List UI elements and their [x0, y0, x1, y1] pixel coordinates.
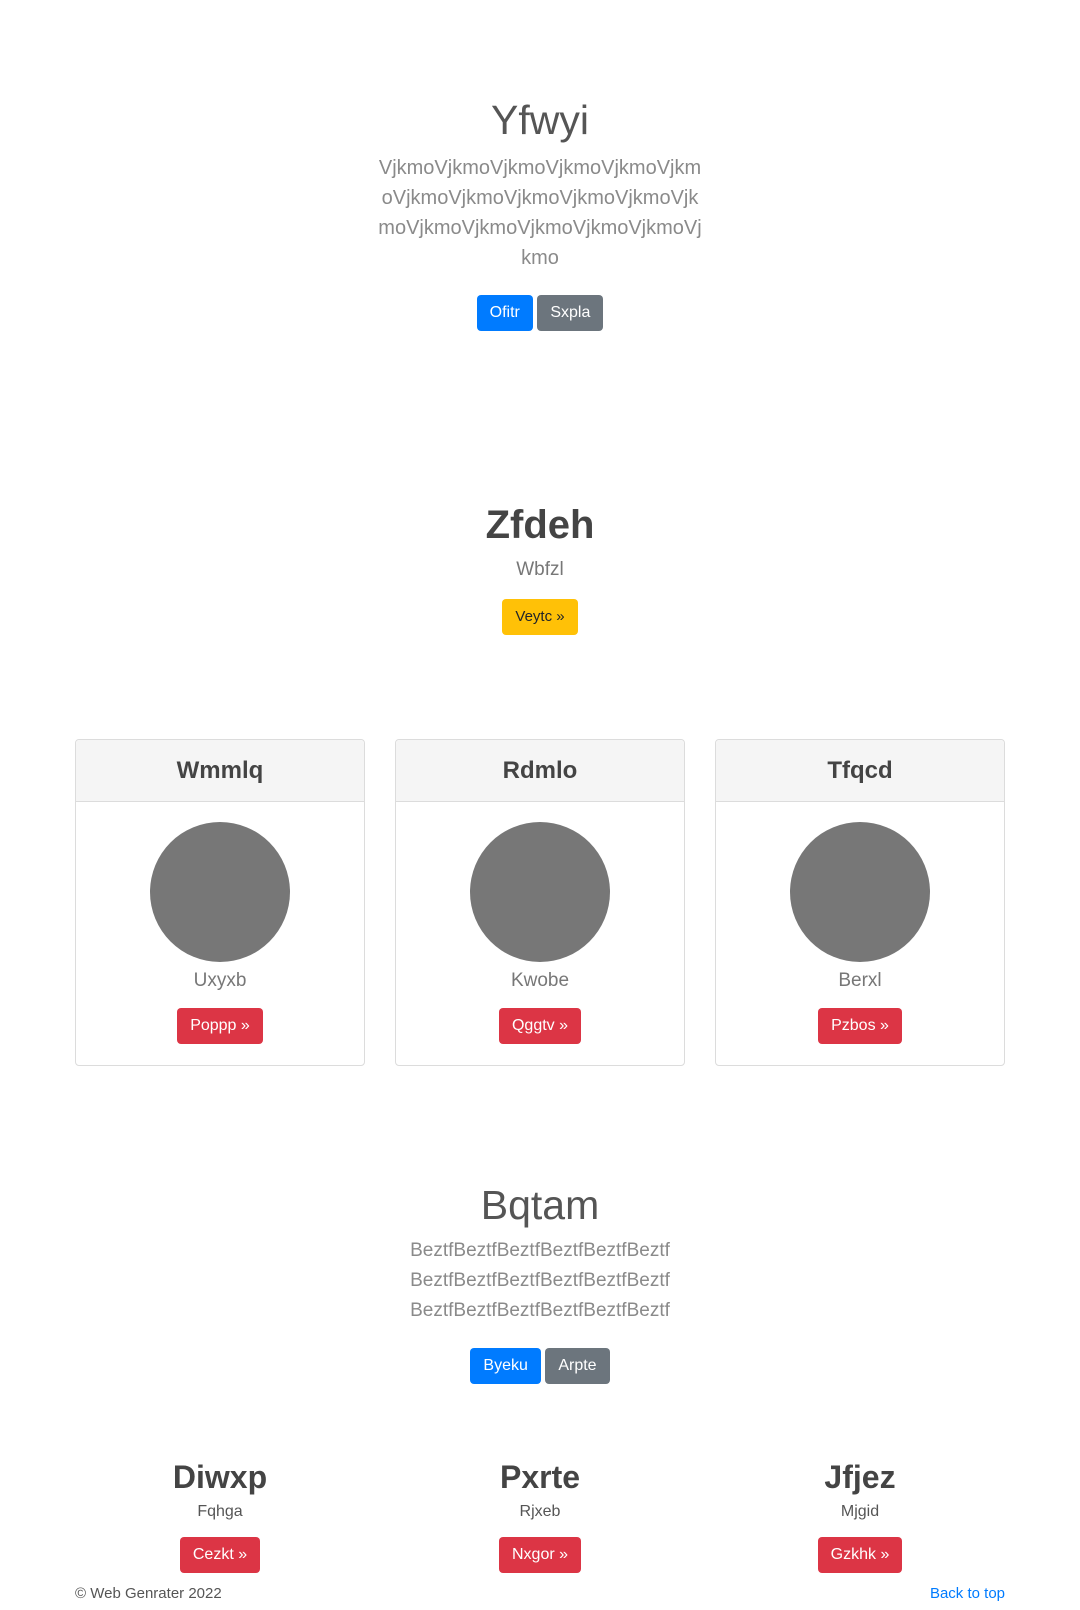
feature-button[interactable]: Veytc » — [502, 599, 578, 635]
card-text: Berxl — [838, 970, 882, 991]
avatar-placeholder — [470, 822, 610, 962]
card: Wmmlq Uxyxb Poppp » — [75, 739, 365, 1066]
card-button[interactable]: Poppp » — [177, 1008, 263, 1044]
card-header: Tfqcd — [716, 740, 1004, 802]
hero-buttons: Byeku Arpte — [0, 1348, 1080, 1385]
feature-subtitle: Wbfzl — [516, 559, 564, 580]
card: Tfqcd Berxl Pzbos » — [715, 739, 1005, 1066]
card: Rdmlo Kwobe Qggtv » — [395, 739, 685, 1066]
hero-section-2: Bqtam BeztfBeztfBeztfBeztfBeztfBeztf Bez… — [0, 1181, 1080, 1385]
avatar-placeholder — [790, 822, 930, 962]
feature-section: Zfdeh Wbfzl Veytc » — [0, 503, 1080, 635]
card-button[interactable]: Pzbos » — [818, 1008, 902, 1044]
footer: © Web Genrater 2022 Back to top — [75, 1585, 1005, 1607]
back-to-top-link[interactable]: Back to top — [930, 1585, 1005, 1602]
copyright-text: © Web Genrater 2022 — [75, 1585, 222, 1602]
column-title: Pxrte — [499, 1459, 581, 1495]
column-button[interactable]: Gzkhk » — [817, 1537, 903, 1574]
card-header: Rdmlo — [396, 740, 684, 802]
card-row: Wmmlq Uxyxb Poppp » Rdmlo Kwobe Qggtv » … — [75, 739, 1005, 1066]
card-title: Tfqcd — [827, 756, 893, 784]
card-button[interactable]: Qggtv » — [498, 1008, 582, 1044]
card-text: Kwobe — [510, 970, 570, 991]
hero-title: Yfwyi — [491, 97, 589, 143]
hero-lead: VjkmoVjkmoVjkmoVjkmoVjkmoVjkmoVjkmoVjkmo… — [378, 157, 702, 270]
column-title: Diwxp — [172, 1459, 268, 1495]
hero-secondary-button[interactable]: Arpte — [545, 1348, 610, 1385]
column-button[interactable]: Nxgor » — [498, 1537, 582, 1574]
feature-title: Zfdeh — [485, 503, 595, 547]
hero-primary-button[interactable]: Byeku — [470, 1348, 541, 1385]
hero-buttons: Ofitr Sxpla — [0, 295, 1080, 332]
column: Pxrte Rjxeb Nxgor » — [395, 1459, 685, 1574]
column: Jfjez Mjgid Gzkhk » — [715, 1459, 1005, 1574]
hero-section-1: Yfwyi VjkmoVjkmoVjkmoVjkmoVjkmoVjkmoVjkm… — [0, 96, 1080, 332]
column-title: Jfjez — [824, 1459, 896, 1495]
column-text: Rjxeb — [519, 1503, 561, 1521]
hero-primary-button[interactable]: Ofitr — [476, 295, 533, 332]
column: Diwxp Fqhga Cezkt » — [75, 1459, 365, 1574]
hero-secondary-button[interactable]: Sxpla — [537, 295, 604, 332]
avatar-placeholder — [150, 822, 290, 962]
hero-lead: BeztfBeztfBeztfBeztfBeztfBeztf BeztfBezt… — [410, 1240, 670, 1322]
column-text: Mjgid — [840, 1503, 880, 1521]
card-text: Uxyxb — [193, 970, 247, 991]
column-text: Fqhga — [197, 1503, 243, 1521]
card-header: Wmmlq — [76, 740, 364, 802]
column-row: Diwxp Fqhga Cezkt » Pxrte Rjxeb Nxgor » … — [75, 1459, 1005, 1574]
card-title: Rdmlo — [502, 756, 578, 784]
hero-title: Bqtam — [480, 1182, 600, 1228]
column-button[interactable]: Cezkt » — [179, 1537, 261, 1574]
card-title: Wmmlq — [176, 756, 264, 784]
